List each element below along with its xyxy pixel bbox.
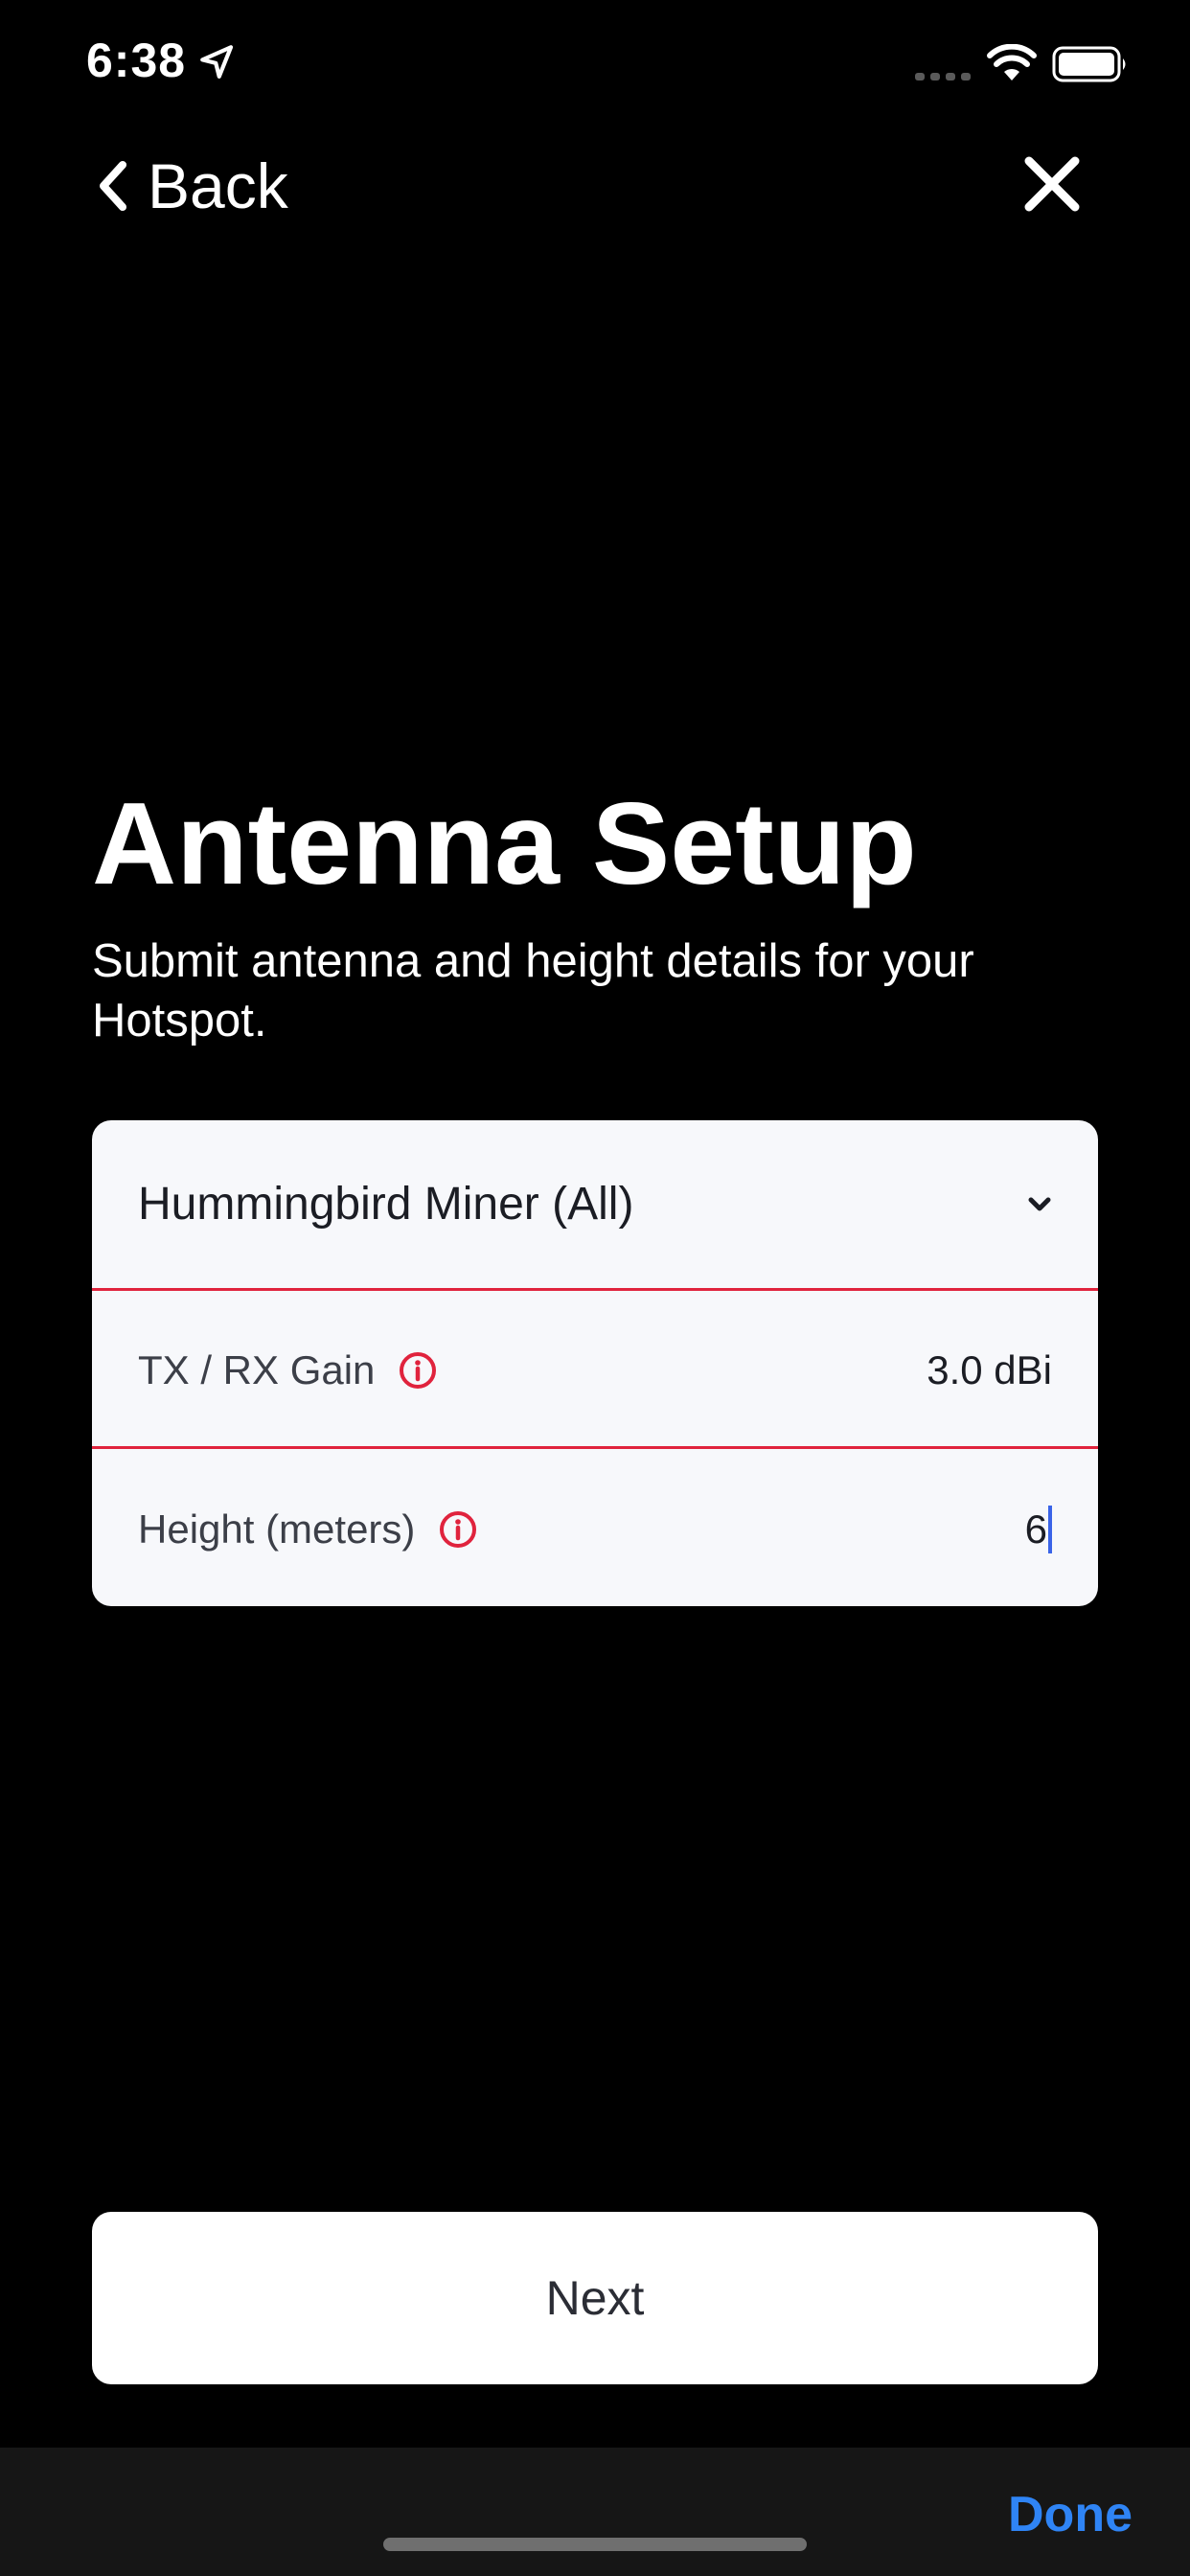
chevron-left-icon bbox=[100, 161, 126, 211]
home-indicator bbox=[383, 2538, 807, 2551]
height-info-icon[interactable] bbox=[438, 1509, 478, 1550]
page-subtitle: Submit antenna and height details for yo… bbox=[92, 935, 974, 1046]
page-title: Antenna Setup bbox=[92, 778, 917, 908]
height-input[interactable]: 6 bbox=[1024, 1505, 1052, 1553]
antenna-type-value: Hummingbird Miner (All) bbox=[138, 1179, 634, 1230]
gain-info-icon[interactable] bbox=[398, 1350, 438, 1391]
gain-value[interactable]: 3.0 dBi bbox=[927, 1347, 1052, 1393]
gain-label: TX / RX Gain bbox=[138, 1346, 376, 1392]
keyboard-accessory-bar: Done bbox=[0, 2448, 1190, 2576]
antenna-type-select[interactable]: Hummingbird Miner (All) bbox=[92, 1120, 1098, 1291]
battery-icon bbox=[1052, 46, 1126, 82]
cellular-signal-icon bbox=[915, 73, 971, 80]
gain-row: TX / RX Gain 3.0 dBi bbox=[92, 1294, 1098, 1449]
antenna-form-card: Hummingbird Miner (All) TX / RX Gain 3.0… bbox=[92, 1120, 1098, 1606]
status-bar: 6:38 bbox=[0, 0, 1190, 125]
chevron-down-icon bbox=[1028, 1197, 1051, 1210]
next-button[interactable]: Next bbox=[92, 2212, 1098, 2384]
status-time: 6:38 bbox=[86, 34, 187, 87]
back-button[interactable]: Back bbox=[94, 150, 288, 221]
height-label: Height (meters) bbox=[138, 1506, 416, 1552]
wifi-icon bbox=[987, 44, 1037, 80]
done-button[interactable]: Done bbox=[1008, 2486, 1133, 2543]
height-value: 6 bbox=[1024, 1506, 1047, 1552]
text-cursor bbox=[1048, 1505, 1052, 1553]
back-label: Back bbox=[148, 150, 288, 221]
close-icon[interactable] bbox=[1023, 155, 1081, 213]
height-row: Height (meters) 6 bbox=[92, 1452, 1098, 1606]
location-arrow-icon bbox=[200, 45, 234, 79]
